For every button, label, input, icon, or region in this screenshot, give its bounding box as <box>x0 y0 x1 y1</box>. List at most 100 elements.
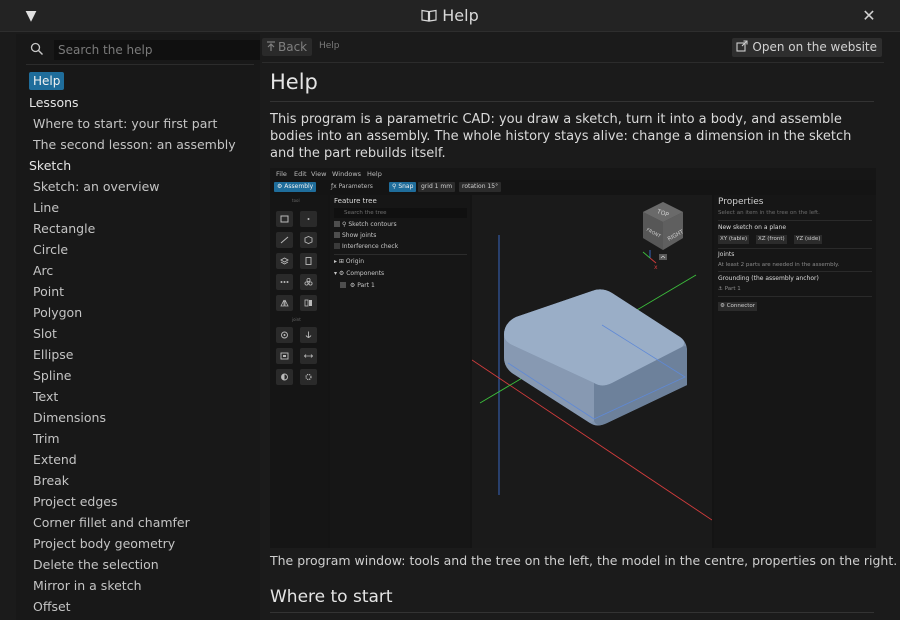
nav-item[interactable]: Corner fillet and chamfer <box>26 512 258 533</box>
figure-node-components: ▾ ⚙ Components <box>334 270 385 277</box>
figure-plane-xz: XZ (front) <box>756 235 787 244</box>
back-button[interactable]: Back <box>262 38 312 56</box>
view-cube: TOP FRONT RIGHT x <box>642 202 685 271</box>
nav-item[interactable]: Extend <box>26 449 258 470</box>
figure-properties-placeholder: Select an item in the tree on the left. <box>718 210 820 216</box>
book-icon <box>421 9 437 22</box>
figure-props-divider <box>718 271 872 272</box>
nav-item[interactable]: Polygon <box>26 302 258 323</box>
figure-rotation-chip: rotation 15° <box>459 182 502 192</box>
figure-properties-panel: Properties Select an item in the tree on… <box>714 195 876 548</box>
figure-assembly-label: Assembly <box>284 183 314 190</box>
program-window-figure: File Edit View Windows Help ⚙ Assembly ƒ… <box>270 168 876 548</box>
box-body <box>504 289 687 426</box>
contrast-tool-icon <box>276 369 293 385</box>
figure-assembly-chip: ⚙ Assembly <box>274 182 317 192</box>
figure-joints-label: joint <box>292 317 301 322</box>
arrow-up-icon <box>267 41 275 51</box>
checkbox-icon <box>340 282 346 288</box>
title-rule <box>270 101 874 102</box>
nav-item[interactable]: Spline <box>26 365 258 386</box>
close-icon[interactable]: ✕ <box>860 7 878 25</box>
external-link-icon <box>736 40 748 52</box>
figure-check-show-joints: Show joints <box>334 232 376 239</box>
nav-item[interactable]: Text <box>26 386 258 407</box>
open-website-label: Open on the website <box>752 40 877 54</box>
nav-item-help[interactable]: Help <box>29 72 65 90</box>
figure-tools-label: tool <box>292 198 300 203</box>
nav-item[interactable]: Circle <box>26 239 258 260</box>
columns-tool-icon <box>300 295 317 311</box>
nav-item[interactable]: Break <box>26 470 258 491</box>
figure-menu-view: View <box>311 170 327 178</box>
nav-item[interactable]: Ellipse <box>26 344 258 365</box>
window-title: Help <box>0 6 900 25</box>
figure-check-label: Show joints <box>342 232 377 239</box>
nav-item[interactable]: Trim <box>26 428 258 449</box>
figure-connector-label: Connector <box>726 303 756 309</box>
content-divider <box>262 62 884 63</box>
nav-item[interactable]: Arc <box>26 260 258 281</box>
nav-item[interactable]: Rectangle <box>26 218 258 239</box>
figure-check-label: Interference check <box>342 243 399 250</box>
figure-check-label: Sketch contours <box>348 221 397 228</box>
joint-tool-icon <box>276 327 293 343</box>
figure-menu-bar: File Edit View Windows Help <box>270 168 876 180</box>
figure-tree-search: Search the tree <box>334 208 467 218</box>
frame-tool-icon <box>276 348 293 364</box>
figure-tree-divider <box>334 254 467 255</box>
figure-new-sketch-label: New sketch on a plane <box>718 224 787 231</box>
search-icon <box>30 42 43 55</box>
components-tool-icon <box>300 274 317 290</box>
open-website-button[interactable]: Open on the website <box>732 38 882 57</box>
figure-plane-yz: YZ (side) <box>794 235 823 244</box>
figure-check-sketch-contours: ⚲ Sketch contours <box>334 221 397 228</box>
figure-node-label: Part 1 <box>357 282 375 289</box>
nav-item[interactable]: Point <box>26 281 258 302</box>
figure-3d-scene: TOP FRONT RIGHT x <box>472 202 712 521</box>
document-tool-icon <box>300 253 317 269</box>
nav-item[interactable]: Line <box>26 197 258 218</box>
figure-snap-label: Snap <box>398 183 414 190</box>
figure-node-part1: ⚙ Part 1 <box>340 282 375 289</box>
nav-item[interactable]: Mirror in a sketch <box>26 575 258 596</box>
figure-3d-viewport: TOP FRONT RIGHT x <box>472 195 712 548</box>
help-sidebar: Help Lessons Where to start: your first … <box>16 34 260 620</box>
nav-item[interactable]: Sketch: an overview <box>26 176 258 197</box>
nav-item[interactable]: Delete the selection <box>26 554 258 575</box>
nav-item[interactable]: Project body geometry <box>26 533 258 554</box>
sidebar-divider <box>26 64 254 65</box>
settings-tool-icon <box>300 369 317 385</box>
svg-text:x: x <box>654 264 658 271</box>
figure-feature-tree: Feature tree Search the tree ⚲ Sketch co… <box>330 195 470 548</box>
page-title: Help <box>270 70 318 94</box>
checkbox-icon <box>334 221 340 227</box>
figure-toolbar: ⚙ Assembly ƒx Parameters ⚲ Snap grid 1 m… <box>270 181 876 193</box>
slide-tool-icon <box>300 348 317 364</box>
nav-item[interactable]: Where to start: your first part <box>26 113 258 134</box>
figure-snap-chip: ⚲ Snap <box>389 182 417 192</box>
figure-check-interference: Interference check <box>334 243 398 250</box>
content-toolbar: Back Help Open on the website <box>262 36 884 60</box>
figure-plane-xy: XY (table) <box>718 235 750 244</box>
nav-item[interactable]: The second lesson: an assembly <box>26 134 258 155</box>
figure-menu-help: Help <box>367 170 382 178</box>
nav-item[interactable]: Project edges <box>26 491 258 512</box>
figure-menu-file: File <box>276 170 287 178</box>
breadcrumb[interactable]: Help <box>319 41 340 51</box>
figure-node-label: Components <box>346 270 385 277</box>
figure-connector-chip: ⚙ Connector <box>718 302 758 311</box>
pattern-tool-icon <box>276 274 293 290</box>
figure-props-divider <box>718 248 872 249</box>
intro-paragraph: This program is a parametric CAD: you dr… <box>270 112 852 161</box>
section-rule <box>270 612 874 613</box>
checkbox-icon <box>334 232 340 238</box>
figure-joints-heading: Joints <box>718 251 735 258</box>
nav-item[interactable]: Offset <box>26 596 258 617</box>
figure-node-origin: ▸ ⊞ Origin <box>334 258 364 265</box>
nav-section-sketch: Sketch <box>29 158 72 173</box>
nav-item[interactable]: Dimensions <box>26 407 258 428</box>
figure-tool-palette: tool joint <box>270 195 328 548</box>
help-search-input[interactable] <box>54 40 260 60</box>
nav-item[interactable]: Slot <box>26 323 258 344</box>
